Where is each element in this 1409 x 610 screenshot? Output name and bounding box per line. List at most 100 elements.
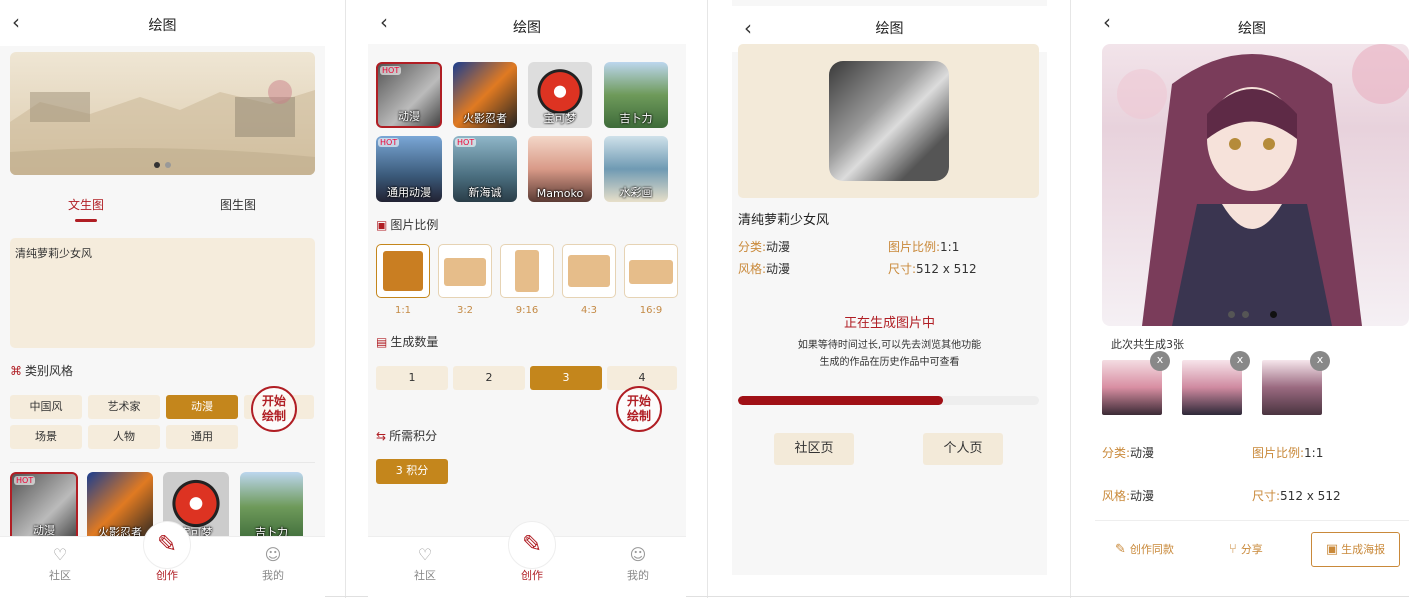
preview-image[interactable] xyxy=(829,61,949,181)
tab-create[interactable]: 创作 xyxy=(137,567,197,583)
style-thumb-ghibli[interactable]: 吉卜力 xyxy=(604,62,668,128)
prompt-input[interactable]: 清纯萝莉少女风 xyxy=(10,238,315,348)
carousel-dot[interactable] xyxy=(165,162,171,168)
tab-label: 社区 xyxy=(49,569,71,582)
result-image[interactable] xyxy=(1102,44,1409,326)
count-1[interactable]: 1 xyxy=(376,366,448,390)
landscape-painting xyxy=(10,80,315,175)
heart-chat-icon: ♡ xyxy=(417,545,433,564)
section-title-points: ⇆ 所需积分 xyxy=(376,427,437,444)
create-same-button[interactable]: ✎ 创作同款 xyxy=(1115,541,1174,557)
style-thumb-naruto[interactable]: 火影忍者 xyxy=(87,472,153,542)
close-icon[interactable]: x xyxy=(1310,351,1330,371)
style-thumb-watercolor[interactable]: 水彩画 xyxy=(604,136,668,202)
panel-text-to-image: ‹ 绘图 文生图 图生图 清纯萝莉少女风 ⌘ 类别风格 中国风 艺术家 动漫 场景… xyxy=(0,0,325,598)
generate-poster-button[interactable]: ▣ 生成海报 xyxy=(1311,532,1400,567)
banner-image[interactable] xyxy=(10,52,315,175)
action-label: 创作同款 xyxy=(1129,543,1174,556)
share-icon: ⑂ xyxy=(1229,542,1237,557)
info-ratio: 图片比例:1:1 xyxy=(1252,442,1323,461)
share-button[interactable]: ⑂ 分享 xyxy=(1229,541,1263,557)
style-thumb-naruto[interactable]: 火影忍者 xyxy=(453,62,517,128)
chip-anime[interactable]: 动漫 xyxy=(166,395,238,419)
panel-generating: ‹ 绘图 清纯萝莉少女风 分类:动漫 图片比例:1:1 风格:动漫 尺寸:512… xyxy=(732,0,1047,575)
tab-label: 文生图 xyxy=(67,198,104,212)
style-thumb-ghibli[interactable]: 吉卜力 xyxy=(240,472,303,542)
info-key: 风格: xyxy=(1102,489,1131,503)
info-value: 1:1 xyxy=(940,240,960,254)
community-page-button[interactable]: 社区页 xyxy=(774,433,854,465)
action-label: 分享 xyxy=(1240,543,1263,556)
info-size: 尺寸:512 x 512 xyxy=(1252,485,1341,504)
ratio-shape xyxy=(568,255,610,287)
carousel-dot-active[interactable] xyxy=(154,162,160,168)
prompt-text: 清纯萝莉少女风 xyxy=(738,213,830,228)
style-thumb-shinkai[interactable]: HOT 新海诚 xyxy=(453,136,517,202)
tab-community[interactable]: ♡ 社区 xyxy=(30,545,90,583)
tab-image-to-image[interactable]: 图生图 xyxy=(208,196,268,213)
tab-label: 创作 xyxy=(156,569,178,582)
tab-create[interactable]: 创作 xyxy=(502,567,562,583)
thumb-label: 新海诚 xyxy=(468,186,502,199)
close-icon[interactable]: x xyxy=(1150,351,1170,371)
style-thumb-general-anime[interactable]: HOT 通用动漫 xyxy=(376,136,442,202)
style-thumb-mamoko[interactable]: Mamoko xyxy=(528,136,592,202)
thumb-label: 动漫 xyxy=(398,110,420,123)
carousel-dot[interactable] xyxy=(1242,311,1249,318)
style-thumb-pokemon[interactable]: 宝可梦 xyxy=(528,62,592,128)
thumb-label: 水彩画 xyxy=(619,186,653,199)
section-title-style: ⌘ 类别风格 xyxy=(10,362,73,379)
close-icon[interactable]: x xyxy=(1230,351,1250,371)
style-thumb-anime[interactable]: HOT 动漫 xyxy=(376,62,442,128)
user-icon: ☺ xyxy=(629,545,647,564)
ratio-4-3[interactable] xyxy=(562,244,616,298)
info-key: 尺寸: xyxy=(1252,489,1281,503)
stack-icon: ▤ xyxy=(376,335,388,349)
carousel-dot[interactable] xyxy=(1228,311,1235,318)
info-category: 分类:动漫 xyxy=(1102,442,1154,461)
info-key: 分类: xyxy=(738,240,767,254)
create-brush-icon[interactable]: ✎ xyxy=(143,521,191,569)
chip-people[interactable]: 人物 xyxy=(88,425,160,449)
header: ‹ 绘图 xyxy=(1095,0,1409,46)
tab-mine[interactable]: ☺ 我的 xyxy=(608,545,668,583)
create-brush-icon[interactable]: ✎ xyxy=(508,521,556,569)
info-style: 风格:动漫 xyxy=(738,258,790,277)
hint-text: 如果等待时间过长,可以先去浏览其他功能 xyxy=(797,340,982,351)
carousel-dot-active[interactable] xyxy=(1270,311,1277,318)
section-title-ratio: ▣ 图片比例 xyxy=(376,216,438,233)
info-value: 1:1 xyxy=(1304,446,1324,460)
start-drawing-seal[interactable]: 开始 绘制 xyxy=(616,386,662,432)
ratio-label: 16:9 xyxy=(639,305,663,316)
style-thumb-anime[interactable]: HOT 动漫 xyxy=(10,472,78,542)
divider xyxy=(1095,520,1409,521)
ratio-3-2[interactable] xyxy=(438,244,492,298)
page-title: 绘图 xyxy=(148,18,177,34)
ratio-1-1[interactable] xyxy=(376,244,430,298)
ratio-9-16[interactable] xyxy=(500,244,554,298)
count-3[interactable]: 3 xyxy=(530,366,602,390)
page-title: 绘图 xyxy=(513,20,541,36)
ratio-16-9[interactable] xyxy=(624,244,678,298)
divider xyxy=(10,462,315,463)
tab-mine[interactable]: ☺ 我的 xyxy=(243,545,303,583)
section-label: 生成数量 xyxy=(390,335,439,349)
chip-scene[interactable]: 场景 xyxy=(10,425,82,449)
count-2[interactable]: 2 xyxy=(453,366,525,390)
hint-text: 生成的作品在历史作品中可查看 xyxy=(819,357,960,368)
hot-badge: HOT xyxy=(455,138,477,147)
tab-community[interactable]: ♡ 社区 xyxy=(395,545,455,583)
tab-label: 我的 xyxy=(262,569,284,582)
info-value: 动漫 xyxy=(1130,446,1155,460)
start-drawing-seal[interactable]: 开始 绘制 xyxy=(251,386,297,432)
points-badge: 3 积分 xyxy=(376,459,448,484)
chip-general[interactable]: 通用 xyxy=(166,425,238,449)
info-key: 图片比例: xyxy=(888,240,941,254)
chip-artist[interactable]: 艺术家 xyxy=(88,395,160,419)
bottom-tab-bar: ♡ 社区 ✎ 创作 ☺ 我的 xyxy=(368,521,686,598)
chip-chinese[interactable]: 中国风 xyxy=(10,395,82,419)
profile-page-button[interactable]: 个人页 xyxy=(923,433,1003,465)
tab-text-to-image[interactable]: 文生图 xyxy=(56,196,116,222)
section-title-count: ▤ 生成数量 xyxy=(376,333,438,350)
info-value: 动漫 xyxy=(766,240,791,254)
